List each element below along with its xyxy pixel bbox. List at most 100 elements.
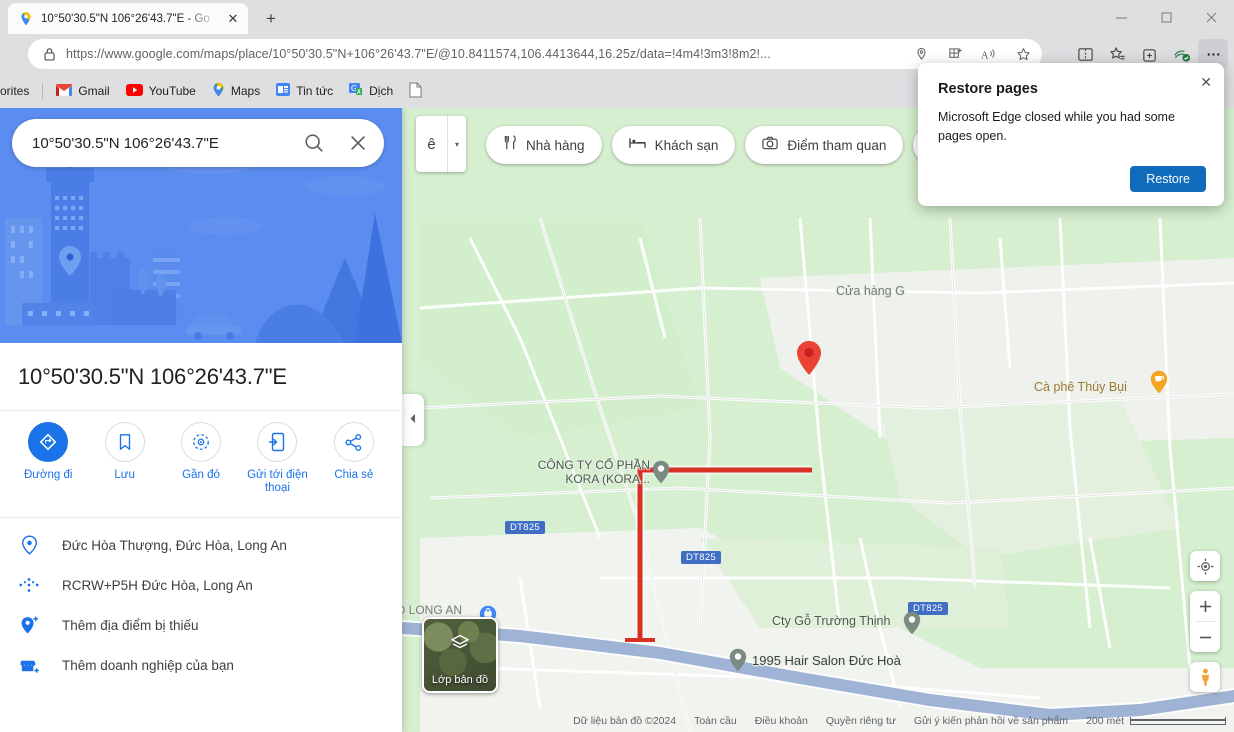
send-to-phone-icon (257, 422, 298, 462)
my-location-button[interactable] (1190, 551, 1220, 581)
place-action-buttons: Đường đi Lưu Gần đó Gửi tới điện thoại C… (0, 412, 402, 518)
bookmark-item-gmail[interactable]: Gmail (49, 80, 116, 103)
bookmark-item-news[interactable]: Tin tức (269, 79, 340, 103)
tab-title: 10°50'30.5"N 106°26'43.7"E - Go (41, 12, 210, 25)
map-layers-button[interactable]: Lớp bản đồ (422, 617, 498, 693)
map-search-box[interactable] (12, 119, 384, 167)
map-language-button[interactable]: ê ▾ (416, 116, 466, 172)
browser-tab[interactable]: 10°50'30.5"N 106°26'43.7"E - Go ✕ (8, 3, 248, 34)
bookmark-label: YouTube (148, 84, 196, 98)
action-send-to-phone[interactable]: Gửi tới điện thoại (239, 422, 315, 517)
action-label: Gửi tới điện thoại (247, 469, 308, 494)
url-text: https://www.google.com/maps/place/10°50'… (66, 47, 771, 61)
restore-pages-popup: Restore pages Microsoft Edge closed whil… (918, 63, 1224, 206)
place-pin-icon (18, 534, 40, 556)
page-icon (409, 82, 422, 101)
chip-label: Điểm tham quan (787, 137, 887, 153)
pegman-icon (1190, 662, 1220, 692)
poi-marker-cafe[interactable] (1150, 370, 1168, 399)
chip-restaurants[interactable]: Nhà hàng (486, 126, 602, 164)
camera-icon (762, 136, 778, 155)
bookmarks-divider (42, 83, 44, 99)
plus-code-icon (18, 574, 40, 596)
minimize-button[interactable] (1099, 0, 1144, 34)
info-label: Thêm doanh nghiệp của bạn (62, 657, 234, 673)
road-label-dt825-2: DT825 (681, 551, 722, 564)
poi-label-cua-hang: Cửa hàng G (836, 284, 905, 298)
chevron-down-icon[interactable]: ▾ (448, 140, 466, 149)
action-share[interactable]: Chia sẻ (316, 422, 392, 517)
info-row-add-business[interactable]: Thêm doanh nghiệp của bạn (0, 645, 402, 685)
news-icon (276, 83, 291, 99)
share-icon (333, 422, 374, 462)
footer-link-feedback[interactable]: Gửi ý kiến phản hồi về sản phẩm (914, 715, 1068, 727)
bookmark-item-translate[interactable]: G Dịch (342, 79, 400, 103)
poi-marker-hair-salon[interactable] (729, 648, 747, 677)
add-business-icon (18, 654, 40, 676)
action-label: Lưu (114, 469, 135, 481)
destination-pin[interactable] (795, 340, 823, 381)
info-label: RCRW+P5H Đức Hòa, Long An (62, 577, 253, 593)
bookmark-item-maps[interactable]: Maps (205, 78, 267, 104)
restore-button[interactable]: Restore (1130, 166, 1206, 192)
search-icon[interactable] (294, 123, 334, 163)
svg-text:A: A (981, 50, 989, 61)
search-input[interactable] (32, 134, 290, 152)
action-directions[interactable]: Đường đi (10, 422, 86, 517)
info-row-address[interactable]: Đức Hòa Thượng, Đức Hòa, Long An (0, 525, 402, 565)
info-row-plus-code[interactable]: RCRW+P5H Đức Hòa, Long An (0, 565, 402, 605)
collapse-panel-button[interactable] (402, 394, 424, 446)
footer-link-global[interactable]: Toàn cầu (694, 715, 737, 727)
language-label: ê (427, 135, 436, 153)
nearby-icon (181, 422, 222, 462)
maximize-button[interactable] (1144, 0, 1189, 34)
bookmark-icon (104, 422, 145, 462)
close-button[interactable] (1189, 0, 1234, 34)
footer-link-terms[interactable]: Điều khoản (755, 715, 808, 727)
address-bar[interactable]: https://www.google.com/maps/place/10°50'… (28, 39, 1042, 69)
restaurant-icon (503, 135, 517, 155)
map-scale-bar: 200 mét (1086, 715, 1226, 727)
close-icon[interactable]: ✕ (1200, 74, 1212, 91)
bookmark-item-favorites[interactable]: vorites (0, 80, 36, 102)
restore-popup-body: Microsoft Edge closed while you had some… (938, 110, 1175, 143)
new-tab-button[interactable]: + (258, 6, 284, 32)
zoom-out-button[interactable] (1190, 622, 1220, 652)
chip-attractions[interactable]: Điểm tham quan (745, 126, 904, 164)
zoom-controls (1190, 591, 1220, 652)
close-icon[interactable] (338, 123, 378, 163)
street-view-pegman[interactable] (1190, 662, 1220, 692)
action-save[interactable]: Lưu (86, 422, 162, 517)
restore-popup-title: Restore pages (938, 81, 1038, 97)
tab-close-button[interactable]: ✕ (224, 10, 242, 28)
page-title: 10°50'30.5"N 106°26'43.7"E (18, 363, 287, 389)
action-nearby[interactable]: Gần đó (163, 422, 239, 517)
browser-window: 10°50'30.5"N 106°26'43.7"E - Go ✕ + http… (0, 0, 1234, 732)
chip-label: Khách sạn (654, 137, 719, 153)
scale-label: 200 mét (1086, 715, 1124, 727)
directions-icon (28, 422, 69, 462)
chip-label: Nhà hàng (526, 137, 585, 153)
action-label: Chia sẻ (334, 469, 374, 481)
gmail-icon (56, 83, 73, 99)
layers-icon (450, 634, 470, 659)
youtube-icon (125, 83, 143, 99)
my-location-icon (1190, 551, 1220, 581)
place-header: 10°50'30.5"N 106°26'43.7"E (0, 343, 402, 411)
bookmark-item-youtube[interactable]: YouTube (119, 80, 203, 103)
zoom-in-button[interactable] (1190, 591, 1220, 621)
info-label: Đức Hòa Thượng, Đức Hòa, Long An (62, 537, 287, 553)
info-row-add-place[interactable]: Thêm địa điểm bị thiếu (0, 605, 402, 645)
footer-link-privacy[interactable]: Quyền riêng tư (826, 715, 896, 727)
road-label-dt825-1: DT825 (505, 521, 546, 534)
map-attribution: Dữ liệu bản đồ ©2024 (573, 715, 677, 727)
bookmark-label: Maps (230, 84, 261, 98)
bookmark-item-page[interactable] (402, 78, 429, 105)
bookmark-label: Tin tức (296, 84, 334, 98)
poi-label-ca-phe: Cà phê Thúy Bụi (1034, 380, 1127, 394)
poi-marker-kora[interactable] (652, 460, 670, 489)
poi-marker-truong-thinh[interactable] (903, 611, 921, 640)
bookmark-label: Gmail (78, 84, 110, 98)
place-hero-illustration (0, 108, 402, 343)
chip-hotels[interactable]: Khách sạn (611, 126, 736, 164)
